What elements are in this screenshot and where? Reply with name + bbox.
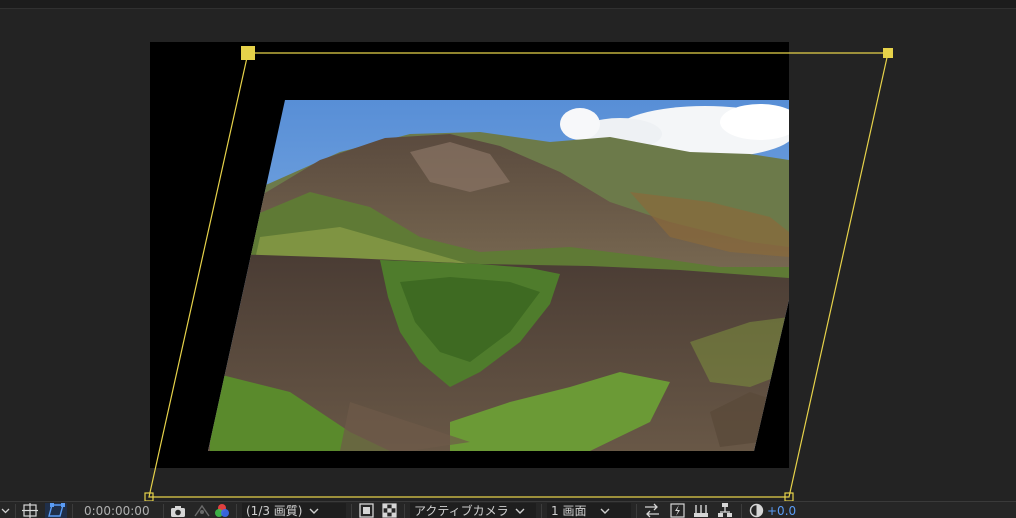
mask-path-icon[interactable] xyxy=(45,502,67,518)
toolbar-separator xyxy=(236,503,237,518)
composition-frame xyxy=(150,42,789,468)
chevron-down-icon xyxy=(515,504,525,518)
chevron-down-icon xyxy=(600,504,610,518)
mask-handle-bottom-right[interactable] xyxy=(784,492,794,502)
region-of-interest-icon[interactable] xyxy=(357,503,375,518)
viewer-toolbar: 0:00:00:00 (1/3 画質) アクティブカメラ 1 画面 +0.0 xyxy=(0,501,1016,518)
toolbar-separator xyxy=(541,503,542,518)
toolbar-separator xyxy=(404,503,405,518)
resolution-label: (1/3 画質) xyxy=(246,504,303,518)
panel-tab-strip xyxy=(0,0,1016,9)
grid-guides-icon[interactable] xyxy=(21,503,39,518)
rgb-channel-icon[interactable] xyxy=(213,503,231,518)
checkerboard-icon[interactable] xyxy=(379,503,399,518)
exposure-value[interactable]: +0.0 xyxy=(767,504,796,518)
layout-dropdown[interactable]: 1 画面 xyxy=(547,502,631,518)
fast-preview-icon[interactable] xyxy=(666,503,688,518)
mask-handle-top-left[interactable] xyxy=(241,46,255,60)
camera-icon[interactable] xyxy=(169,503,187,518)
composition-viewer-panel: 0:00:00:00 (1/3 画質) アクティブカメラ 1 画面 +0.0 xyxy=(0,0,1016,518)
reset-exposure-icon[interactable] xyxy=(747,503,765,518)
toolbar-separator xyxy=(636,503,637,518)
snapshot-show-icon[interactable] xyxy=(191,503,213,518)
timeline-icon[interactable] xyxy=(690,503,712,518)
resolution-dropdown[interactable]: (1/3 画質) xyxy=(242,502,346,518)
flowchart-icon[interactable] xyxy=(714,503,736,518)
toolbar-separator xyxy=(741,503,742,518)
toolbar-separator xyxy=(15,503,16,518)
chevron-down-icon[interactable] xyxy=(0,503,10,518)
toggle-view-icon[interactable] xyxy=(642,503,662,518)
viewer-photo xyxy=(208,100,789,451)
view-label: アクティブカメラ xyxy=(414,504,509,518)
current-timecode[interactable]: 0:00:00:00 xyxy=(84,504,158,518)
mask-handle-top-right[interactable] xyxy=(883,48,893,58)
toolbar-separator xyxy=(72,503,73,518)
toolbar-separator xyxy=(163,503,164,518)
view-dropdown[interactable]: アクティブカメラ xyxy=(410,502,536,518)
mask-handle-bottom-left[interactable] xyxy=(144,492,154,502)
chevron-down-icon xyxy=(309,504,319,518)
layout-label: 1 画面 xyxy=(551,504,587,518)
toolbar-separator xyxy=(351,503,352,518)
